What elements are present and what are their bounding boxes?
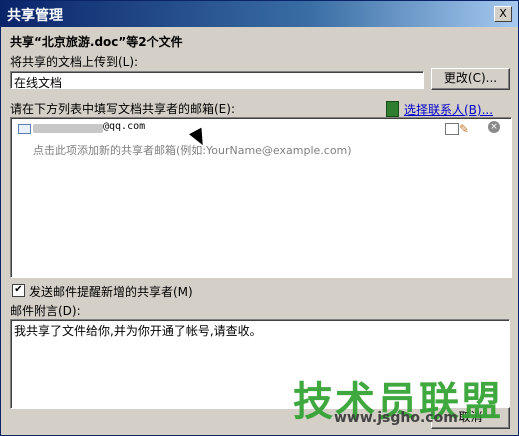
checkbox-icon[interactable] (445, 123, 459, 135)
change-button[interactable]: 更改(C)... (431, 68, 510, 90)
remove-icon[interactable]: × (488, 121, 500, 133)
add-recipient-placeholder[interactable]: 点击此项添加新的共享者邮箱(例如:YourName@example.com) (33, 142, 352, 158)
recipients-label: 请在下方列表中填写文档共享者的邮箱(E): (10, 102, 235, 116)
recipient-list[interactable]: @qq.com ✎ × 点击此项添加新的共享者邮箱(例如:YourName@ex… (10, 117, 512, 278)
notify-label: 发送邮件提醒新增的共享者(M) (29, 285, 193, 299)
window-title: 共享管理 (7, 8, 63, 24)
contact-book-icon (386, 101, 399, 117)
mail-icon (18, 124, 31, 134)
watermark-url: www.jsgho.com (334, 410, 458, 426)
title-bar: 共享管理 X (1, 1, 518, 27)
close-button[interactable]: X (494, 6, 512, 22)
share-management-dialog: 共享管理 X 共享“北京旅游.doc”等2个文件 将共享的文档上传到(L): 在… (0, 0, 519, 436)
message-label: 邮件附言(D): (10, 304, 81, 318)
redacted-email (33, 124, 103, 133)
select-contacts-link[interactable]: 选择联系人(B)... (404, 101, 493, 118)
pencil-icon[interactable]: ✎ (459, 122, 469, 136)
upload-destination-field[interactable]: 在线文档 (10, 71, 424, 90)
notify-checkbox[interactable]: ✔ (12, 284, 25, 297)
dialog-heading: 共享“北京旅游.doc”等2个文件 (10, 35, 183, 49)
upload-label: 将共享的文档上传到(L): (10, 55, 139, 69)
recipient-email: @qq.com (103, 121, 146, 132)
